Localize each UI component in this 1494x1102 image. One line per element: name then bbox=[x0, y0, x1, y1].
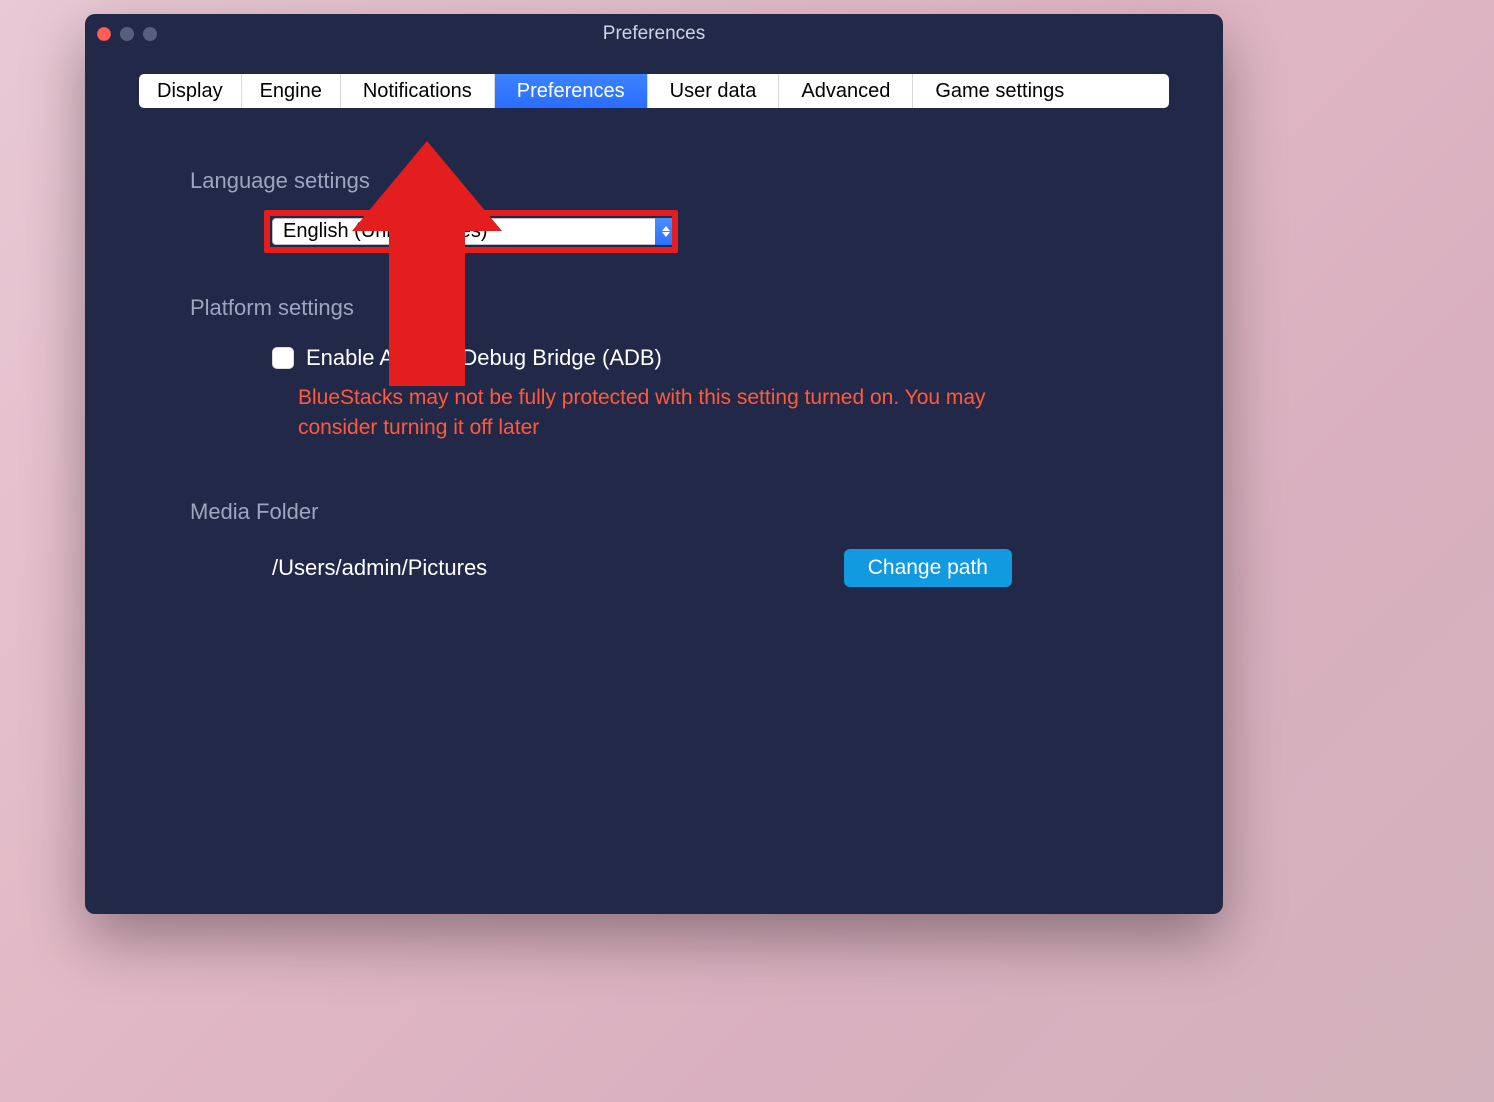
tabbar: Display Engine Notifications Preferences… bbox=[139, 74, 1169, 108]
platform-section-label: Platform settings bbox=[190, 295, 1118, 321]
updown-chevron-icon bbox=[655, 218, 677, 245]
tab-game-settings[interactable]: Game settings bbox=[913, 74, 1086, 108]
media-section-label: Media Folder bbox=[190, 499, 1118, 525]
change-path-button[interactable]: Change path bbox=[844, 549, 1012, 587]
adb-checkbox-label: Enable Android Debug Bridge (ADB) bbox=[306, 345, 662, 371]
language-dropdown[interactable]: English (United States) bbox=[272, 218, 677, 245]
tab-label: Game settings bbox=[935, 80, 1064, 103]
tab-preferences[interactable]: Preferences bbox=[495, 74, 648, 108]
tab-label: Advanced bbox=[801, 80, 890, 103]
window-title: Preferences bbox=[85, 23, 1223, 45]
tab-user-data[interactable]: User data bbox=[648, 74, 780, 108]
platform-section: Platform settings Enable Android Debug B… bbox=[190, 295, 1118, 444]
close-window-button[interactable] bbox=[97, 27, 111, 41]
adb-row: Enable Android Debug Bridge (ADB) bbox=[272, 345, 1118, 371]
window-controls bbox=[97, 27, 157, 41]
tab-label: Display bbox=[157, 80, 223, 103]
tab-notifications[interactable]: Notifications bbox=[341, 74, 495, 108]
content-pane: Language settings English (United States… bbox=[85, 108, 1223, 587]
tab-label: Preferences bbox=[517, 80, 625, 103]
media-row: /Users/admin/Pictures Change path bbox=[272, 549, 1012, 587]
preferences-window: Preferences Display Engine Notifications… bbox=[85, 14, 1223, 914]
tab-advanced[interactable]: Advanced bbox=[779, 74, 913, 108]
language-row: English (United States) bbox=[272, 218, 1118, 245]
minimize-window-button[interactable] bbox=[120, 27, 134, 41]
media-path-value: /Users/admin/Pictures bbox=[272, 555, 487, 581]
titlebar: Preferences bbox=[85, 14, 1223, 54]
adb-warning-text: BlueStacks may not be fully protected wi… bbox=[298, 383, 1038, 444]
tab-label: Engine bbox=[260, 80, 322, 103]
adb-checkbox[interactable] bbox=[272, 347, 294, 369]
tab-label: User data bbox=[670, 80, 757, 103]
tab-label: Notifications bbox=[363, 80, 472, 103]
tab-display[interactable]: Display bbox=[139, 74, 242, 108]
maximize-window-button[interactable] bbox=[143, 27, 157, 41]
change-path-button-label: Change path bbox=[868, 556, 988, 579]
media-section: Media Folder /Users/admin/Pictures Chang… bbox=[190, 499, 1118, 587]
language-dropdown-value: English (United States) bbox=[272, 218, 655, 245]
language-section-label: Language settings bbox=[190, 168, 1118, 194]
tab-engine[interactable]: Engine bbox=[242, 74, 341, 108]
